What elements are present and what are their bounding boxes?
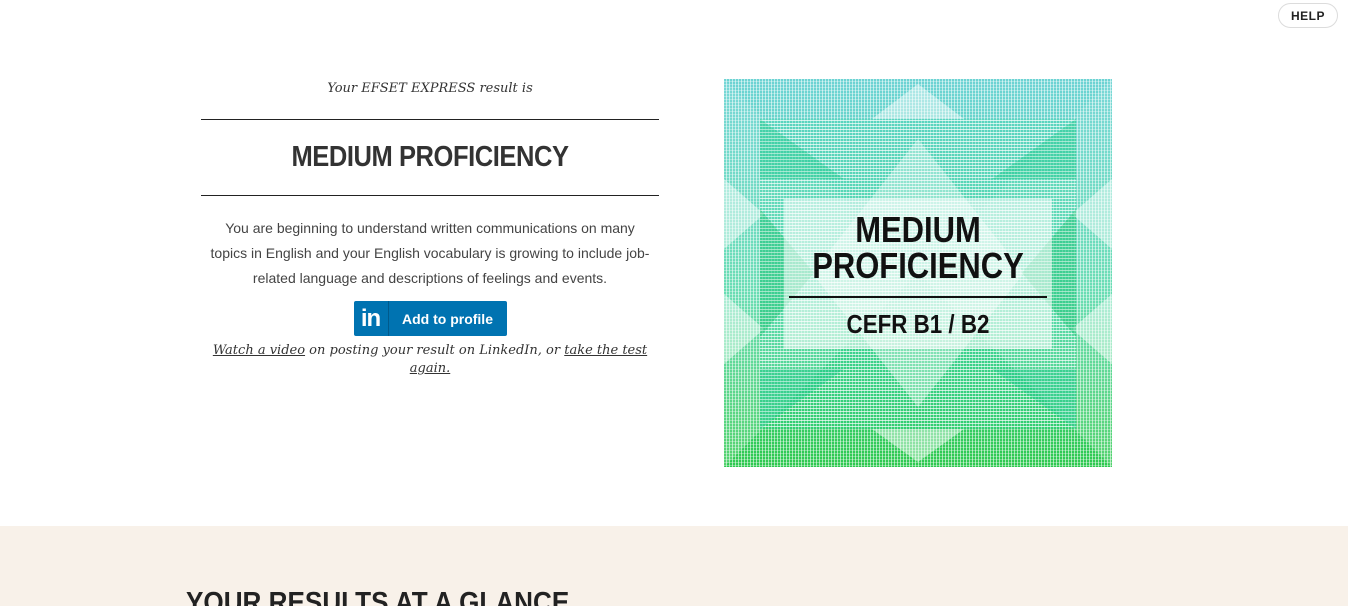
badge-divider	[789, 296, 1047, 298]
divider-bottom	[201, 195, 659, 196]
result-description: You are beginning to understand written …	[210, 220, 650, 286]
watch-video-link[interactable]: Watch a video	[213, 343, 305, 358]
linkedin-button-label: Add to profile	[402, 310, 493, 327]
result-intro: Your EFSET EXPRESS result is	[327, 81, 533, 96]
followup-text: Watch a video on posting your result on …	[201, 342, 659, 378]
badge-cefr-text: CEFR B1 / B2	[846, 309, 990, 339]
result-level-heading: MEDIUM PROFICIENCY	[291, 141, 569, 173]
proficiency-badge-image: MEDIUM PROFICIENCY CEFR B1 / B2	[724, 79, 1112, 467]
result-panel: Your EFSET EXPRESS result is MEDIUM PROF…	[201, 78, 659, 378]
glance-section-title: YOUR RESULTS AT A GLANCE	[186, 587, 570, 606]
badge-level-text: MEDIUM PROFICIENCY	[812, 209, 1024, 286]
followup-middle-text: on posting your result on LinkedIn, or	[305, 343, 565, 358]
results-page: HELP Your EFSET EXPRESS result is MEDIUM…	[0, 0, 1348, 606]
linkedin-add-to-profile-button[interactable]: in Add to profile	[353, 301, 507, 336]
help-button[interactable]: HELP	[1278, 3, 1338, 28]
linkedin-icon: in	[354, 301, 389, 336]
results-at-a-glance-section: YOUR RESULTS AT A GLANCE	[0, 526, 1348, 606]
badge-text: MEDIUM PROFICIENCY CEFR B1 / B2	[724, 79, 1112, 467]
